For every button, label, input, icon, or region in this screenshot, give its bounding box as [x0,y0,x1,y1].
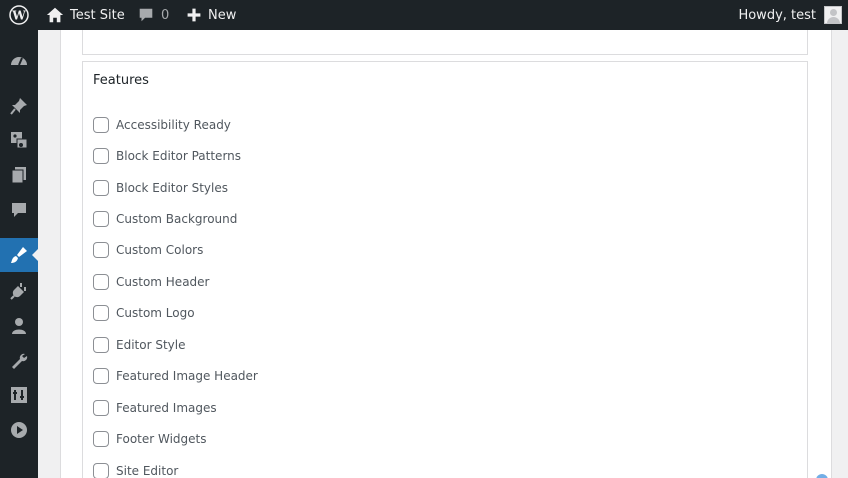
site-name-label: Test Site [70,7,125,23]
avatar [824,6,842,24]
feature-option-custom-header[interactable]: Custom Header [93,266,258,297]
plus-icon [187,8,201,22]
feature-label: Block Editor Styles [116,180,228,195]
sidebar-item-media[interactable] [0,123,38,157]
appearance-brush-icon [11,247,27,263]
sidebar-item-pages[interactable] [0,158,38,192]
feature-checkbox[interactable] [93,148,109,165]
features-heading: Features [93,73,149,88]
settings-icon [11,387,27,403]
site-name-link[interactable]: Test Site [46,0,125,30]
sidebar-item-media-play[interactable] [0,413,38,447]
media-play-icon [11,422,27,438]
feature-option-block-editor-styles[interactable]: Block Editor Styles [93,172,258,203]
comment-bubble-icon [139,8,153,22]
feature-option-custom-colors[interactable]: Custom Colors [93,235,258,266]
feature-label: Site Editor [116,463,179,478]
feature-checkbox[interactable] [93,431,109,448]
howdy-greeting: Howdy, test [738,7,816,23]
feature-option-editor-style[interactable]: Editor Style [93,329,258,360]
users-icon [12,318,26,334]
feature-option-featured-images[interactable]: Featured Images [93,392,258,423]
home-icon [46,7,64,23]
feature-option-accessibility-ready[interactable]: Accessibility Ready [93,109,258,140]
feature-option-custom-background[interactable]: Custom Background [93,203,258,234]
feature-label: Editor Style [116,337,186,352]
feature-option-custom-logo[interactable]: Custom Logo [93,298,258,329]
main-content: Features Accessibility Ready Block Edito… [38,30,848,478]
feature-checkbox[interactable] [93,336,109,353]
admin-bar: W Test Site 0 New Howdy, test [0,0,848,30]
feature-checkbox[interactable] [93,305,109,322]
comments-link[interactable]: 0 [137,0,169,30]
new-content-menu[interactable]: New [186,0,236,30]
feature-label: Accessibility Ready [116,117,231,132]
my-account-menu[interactable]: Howdy, test [738,0,842,30]
features-checkbox-list: Accessibility Ready Block Editor Pattern… [93,109,258,478]
sidebar-item-users[interactable] [0,309,38,343]
features-section: Features Accessibility Ready Block Edito… [82,61,808,478]
feature-checkbox[interactable] [93,399,109,416]
sidebar-item-dashboard[interactable] [0,44,38,78]
wordpress-logo-menu[interactable]: W [0,0,38,30]
svg-text:W: W [11,9,26,23]
feature-label: Custom Background [116,212,238,227]
posts-pin-icon [10,98,27,115]
feature-option-site-editor[interactable]: Site Editor [93,455,258,478]
wordpress-logo-icon: W [9,5,29,25]
dashboard-icon [11,57,27,66]
sidebar-item-settings[interactable] [0,378,38,412]
feature-label: Custom Logo [116,306,195,321]
feature-checkbox[interactable] [93,368,109,385]
sidebar-item-comments[interactable] [0,193,38,227]
feature-label: Featured Images [116,400,217,415]
feature-checkbox[interactable] [93,211,109,228]
previous-section-box [82,30,808,55]
feature-option-featured-image-header[interactable]: Featured Image Header [93,361,258,392]
feature-label: Footer Widgets [116,432,207,447]
comments-icon [12,203,26,217]
feature-checkbox[interactable] [93,242,109,259]
sidebar-item-plugins[interactable] [0,274,38,308]
plugins-icon [10,283,26,300]
sidebar-item-tools[interactable] [0,344,38,378]
feature-option-block-editor-patterns[interactable]: Block Editor Patterns [93,140,258,171]
comment-count: 0 [161,7,170,23]
feature-option-footer-widgets[interactable]: Footer Widgets [93,423,258,454]
feature-label: Custom Header [116,274,210,289]
feature-checkbox[interactable] [93,273,109,290]
feature-checkbox[interactable] [93,116,109,133]
new-label: New [208,7,237,23]
sidebar-item-appearance[interactable] [0,238,38,272]
feature-label: Block Editor Patterns [116,149,242,164]
feature-label: Custom Colors [116,243,204,258]
pages-icon [11,167,26,184]
tools-wrench-icon [12,353,28,369]
sidebar-item-posts[interactable] [0,89,38,123]
admin-sidebar [0,30,38,478]
feature-checkbox[interactable] [93,462,109,478]
media-icon [11,132,28,149]
feature-checkbox[interactable] [93,179,109,196]
feature-label: Featured Image Header [116,369,258,384]
